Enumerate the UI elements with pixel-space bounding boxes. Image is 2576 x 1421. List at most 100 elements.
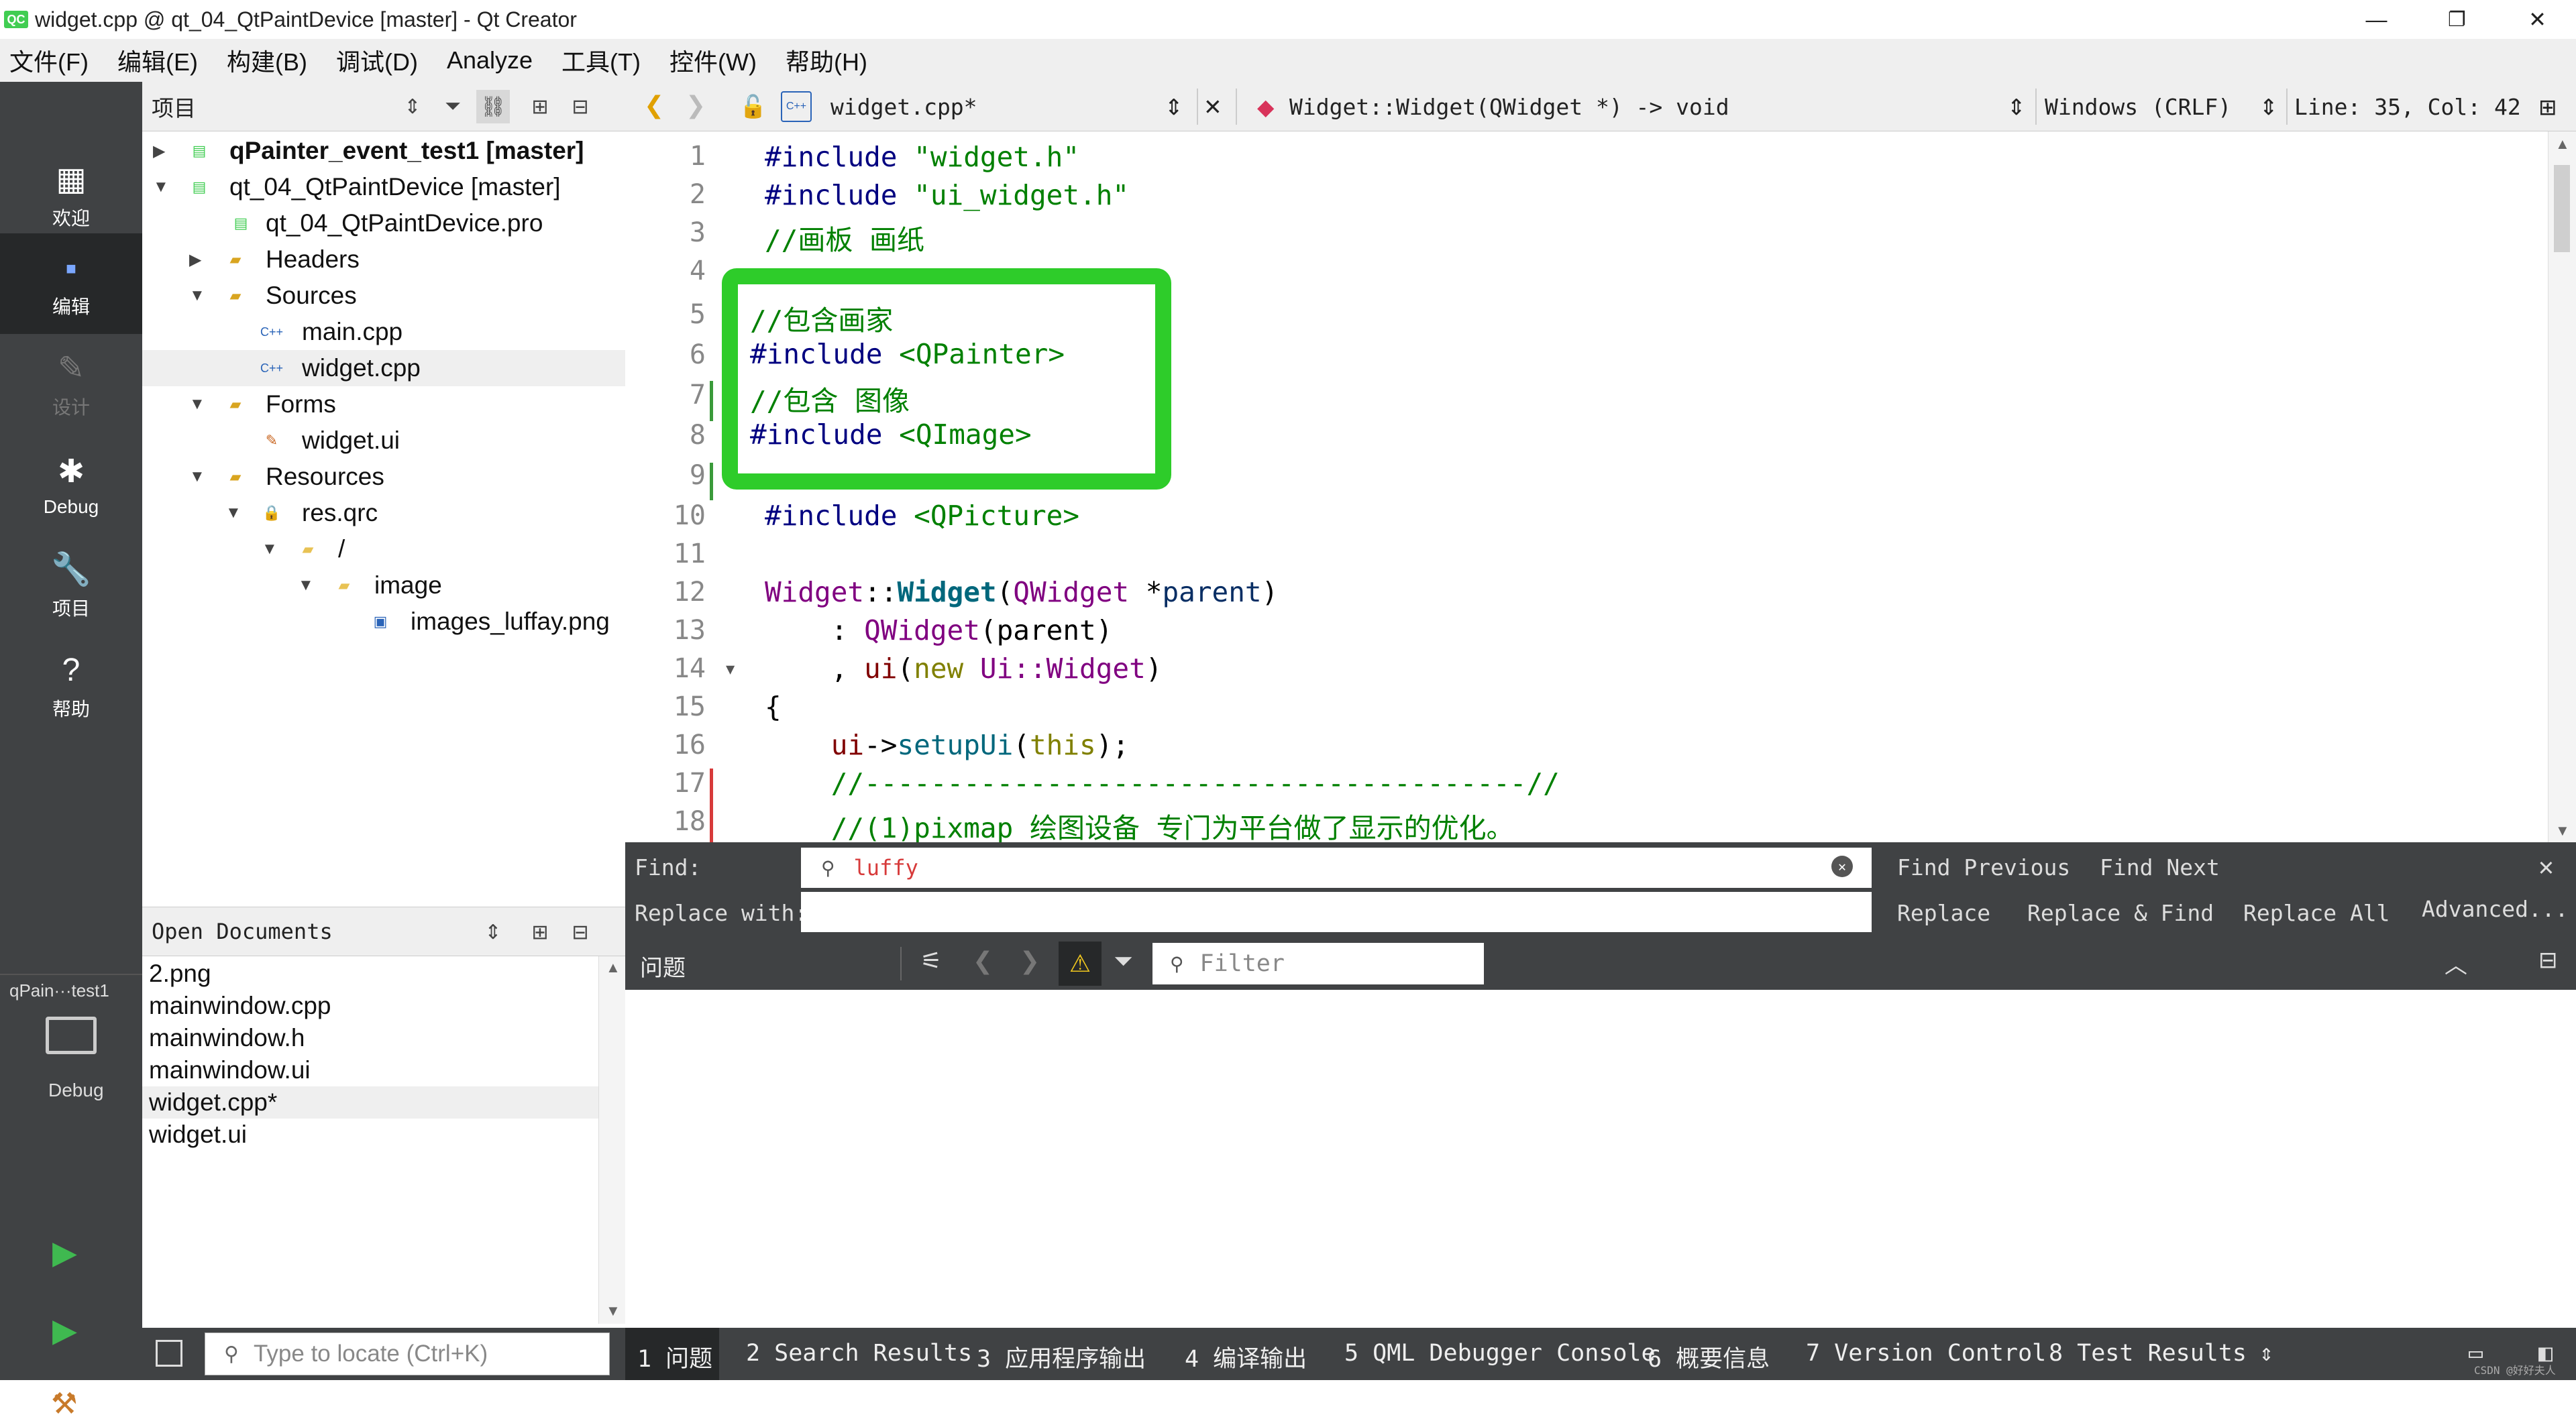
locator-input[interactable]: ⚲ Type to locate (Ctrl+K) (205, 1332, 610, 1375)
close-find-icon[interactable]: ✕ (2538, 852, 2554, 881)
tree-item-root-prefix[interactable]: ▼ ▰ / (142, 531, 625, 567)
tree-item-res-qrc[interactable]: ▼ 🔒 res.qrc (142, 495, 625, 531)
sidebar-toggle-icon[interactable] (156, 1340, 182, 1367)
filter-icon[interactable]: ⏷ (1114, 947, 1133, 976)
debug-run-icon[interactable]: ▶ (52, 1312, 77, 1349)
scroll-down-icon[interactable]: ▼ (2555, 822, 2570, 840)
replace-all-button[interactable]: Replace All (2243, 900, 2390, 926)
line-ending-selector[interactable]: Windows (CRLF) (2045, 94, 2231, 120)
find-previous-button[interactable]: Find Previous (1897, 854, 2070, 880)
tree-item-image-folder[interactable]: ▼ ▰ image (142, 567, 625, 604)
split-icon[interactable]: ⊞ (523, 90, 557, 123)
mode-projects[interactable]: 🔧 项目 (0, 535, 142, 636)
split-editor-icon[interactable]: ⊞ (2538, 94, 2557, 120)
menu-analyze[interactable]: Analyze (447, 46, 533, 74)
tabs-dropdown-icon[interactable]: ⇕ (2259, 1340, 2273, 1367)
split-icon[interactable]: ⊞ (523, 915, 557, 949)
replace-and-find-button[interactable]: Replace & Find (2027, 900, 2214, 926)
tree-item-forms[interactable]: ▼ ▰ Forms (142, 386, 625, 422)
open-doc-item[interactable]: mainwindow.cpp (142, 990, 598, 1022)
tab-version-control[interactable]: 7 Version Control (1806, 1340, 2046, 1367)
file-dropdown-icon[interactable]: ⇕ (1165, 94, 1183, 120)
tree-item-resources[interactable]: ▼ ▰ Resources (142, 459, 625, 495)
fold-arrow-icon[interactable]: ▼ (726, 661, 735, 678)
tab-search-results[interactable]: 2 Search Results (746, 1340, 972, 1367)
menu-controls[interactable]: 控件(W) (669, 43, 757, 78)
forward-icon[interactable]: ❯ (686, 91, 706, 119)
menu-tools[interactable]: 工具(T) (561, 43, 641, 78)
symbol-dropdown-icon[interactable]: ⇕ (2007, 94, 2026, 120)
close-pane-icon[interactable]: ⊟ (2538, 947, 2558, 974)
clear-icon[interactable]: ✕ (1831, 856, 1853, 877)
editor-file-name[interactable]: widget.cpp* (830, 94, 977, 120)
tab-test-results[interactable]: 8 Test Results (2049, 1340, 2247, 1367)
open-documents-scrollbar[interactable]: ▲ ▼ (598, 956, 625, 1324)
replace-button[interactable]: Replace (1897, 900, 1990, 926)
open-doc-item[interactable]: mainwindow.ui (142, 1054, 598, 1086)
menu-file[interactable]: 文件(F) (9, 43, 89, 78)
close-panel-icon[interactable]: ⊟ (564, 90, 597, 123)
mode-design[interactable]: ✎ 设计 (0, 334, 142, 435)
tree-item-images-luffay[interactable]: ▣ images_luffay.png (142, 604, 625, 640)
scroll-up-icon[interactable]: ▲ (2555, 135, 2570, 153)
replace-input[interactable] (801, 892, 1872, 932)
expanded-arrow-icon[interactable]: ▼ (189, 286, 205, 305)
tree-item-qt04-project[interactable]: ▼ ▤ qt_04_QtPaintDevice [master] (142, 169, 625, 205)
symbol-selector[interactable]: Widget::Widget(QWidget *) -> void (1289, 94, 1729, 120)
open-doc-item[interactable]: 2.png (142, 958, 598, 990)
scroll-thumb[interactable] (2554, 165, 2570, 252)
run-icon[interactable]: ▶ (52, 1234, 77, 1271)
monitor-icon[interactable] (46, 1017, 97, 1054)
menu-edit[interactable]: 编辑(E) (117, 43, 198, 78)
tree-item-pro-file[interactable]: ▤ qt_04_QtPaintDevice.pro (142, 205, 625, 241)
collapsed-arrow-icon[interactable]: ▶ (153, 141, 165, 161)
expanded-arrow-icon[interactable]: ▼ (153, 178, 169, 196)
build-hammer-icon[interactable]: ⚒ (51, 1387, 77, 1421)
tree-item-sources[interactable]: ▼ ▰ Sources (142, 278, 625, 314)
expanded-arrow-icon[interactable]: ▼ (189, 467, 205, 486)
find-next-button[interactable]: Find Next (2100, 854, 2220, 880)
expanded-arrow-icon[interactable]: ▼ (225, 504, 241, 522)
scroll-down-icon[interactable]: ▼ (606, 1302, 621, 1320)
open-doc-item-selected[interactable]: widget.cpp* (142, 1086, 598, 1119)
mode-help[interactable]: ? 帮助 (0, 636, 142, 736)
editor-scrollbar[interactable]: ▲ ▼ (2548, 131, 2576, 842)
tab-general-messages[interactable]: 6 概要信息 (1648, 1340, 1770, 1374)
mode-welcome[interactable]: ▦ 欢迎 (0, 145, 142, 245)
cursor-position[interactable]: Line: 35, Col: 42 (2294, 94, 2521, 120)
tree-item-headers[interactable]: ▶ ▰ Headers (142, 241, 625, 278)
issues-output-area[interactable] (625, 990, 2576, 1328)
tab-application-output[interactable]: 3 应用程序输出 (977, 1340, 1146, 1374)
maximize-pane-icon[interactable]: ︿ (2445, 947, 2467, 980)
tree-item-qpainter-event-test1[interactable]: ▶ ▤ qPainter_event_test1 [master] (142, 133, 625, 169)
expanded-arrow-icon[interactable]: ▼ (189, 395, 205, 414)
tree-item-widget-ui[interactable]: ✎ widget.ui (142, 422, 625, 459)
advanced-button[interactable]: Advanced... (2422, 896, 2569, 922)
collapsed-arrow-icon[interactable]: ▶ (189, 250, 201, 270)
scroll-up-icon[interactable]: ▲ (606, 959, 621, 976)
expanded-arrow-icon[interactable]: ▼ (262, 540, 278, 559)
restore-button[interactable]: ❐ (2418, 0, 2496, 39)
mode-edit[interactable]: ■ 编辑 (0, 233, 142, 334)
close-window-button[interactable]: ✕ (2499, 0, 2576, 39)
line-ending-dropdown-icon[interactable]: ⇕ (2259, 94, 2278, 120)
expanded-arrow-icon[interactable]: ▼ (298, 576, 314, 595)
sort-updown-icon[interactable]: ⇕ (476, 915, 510, 949)
menu-help[interactable]: 帮助(H) (786, 43, 867, 78)
clean-icon[interactable]: ⚟ (920, 947, 942, 975)
previous-item-icon[interactable]: ❮ (973, 947, 993, 975)
close-panel-icon[interactable]: ⊟ (564, 915, 597, 949)
close-editor-icon[interactable]: ✕ (1203, 94, 1222, 120)
tab-qml-debugger-console[interactable]: 5 QML Debugger Console (1344, 1340, 1656, 1367)
menu-build[interactable]: 构建(B) (227, 43, 307, 78)
tab-issues[interactable]: 1 问题 (637, 1340, 712, 1374)
issues-filter-input[interactable]: ⚲ Filter (1152, 943, 1484, 984)
next-item-icon[interactable]: ❯ (1020, 947, 1040, 975)
warning-icon[interactable]: ⚠ (1059, 942, 1102, 986)
lock-icon[interactable]: 🔓 (739, 94, 767, 120)
tree-item-widget-cpp[interactable]: C++ widget.cpp (142, 350, 625, 386)
back-icon[interactable]: ❮ (644, 91, 664, 119)
open-doc-item[interactable]: mainwindow.h (142, 1022, 598, 1054)
sort-updown-icon[interactable]: ⇕ (396, 90, 429, 123)
tab-compile-output[interactable]: 4 编译输出 (1185, 1340, 1307, 1374)
